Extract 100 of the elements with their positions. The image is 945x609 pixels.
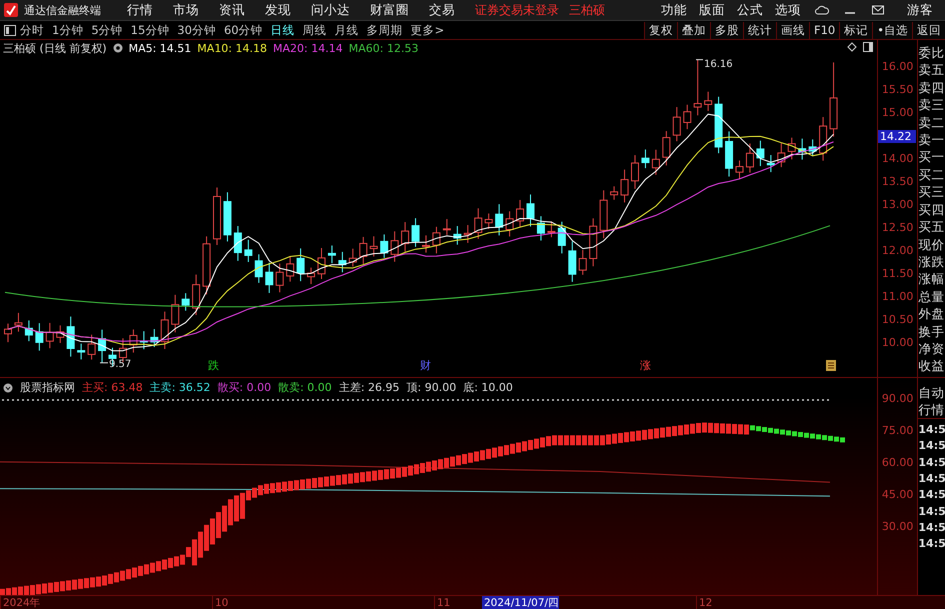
quote-label: 买一	[918, 148, 945, 166]
date-label: 2024年	[0, 596, 41, 609]
trade-time: 14:5	[918, 422, 945, 438]
event-mark: 财	[420, 358, 431, 374]
indicator-tick: 45.00	[882, 488, 914, 502]
price-tick: 12.50	[882, 221, 914, 234]
period-tab[interactable]: 更多>	[410, 22, 444, 38]
indicator-value: 散卖: 0.00	[278, 380, 332, 396]
quote-label: 委比	[918, 44, 945, 62]
ma-value: MA20: 14.14	[273, 42, 343, 55]
ma-value: MA10: 14.18	[197, 42, 268, 55]
price-tick: 10.50	[882, 313, 914, 326]
indicator-value: 底: 10.00	[463, 380, 513, 396]
trade-time: 14:5	[918, 438, 945, 454]
menu-item[interactable]: 公式	[737, 2, 763, 19]
toolbar-button[interactable]: 复权	[644, 22, 677, 39]
menu-item[interactable]: 发现	[265, 2, 291, 19]
menu-item[interactable]: 行情	[127, 2, 153, 19]
menu-item[interactable]: 资讯	[219, 2, 245, 19]
period-tab[interactable]: 15分钟	[130, 22, 170, 38]
toolbar-button[interactable]: 画线	[776, 22, 809, 39]
price-tick: 15.00	[882, 106, 914, 120]
menu-item[interactable]: 交易	[429, 2, 455, 19]
high-price-label: 16.16	[704, 59, 733, 70]
toolbar-button[interactable]: •自选	[872, 22, 912, 39]
price-tick: 11.00	[882, 290, 914, 304]
indicator-value: 散买: 0.00	[217, 380, 272, 396]
app-title: 通达信金融终端	[24, 2, 101, 18]
login-status[interactable]: 证券交易未登录	[475, 2, 559, 19]
menu-item[interactable]: 选项	[775, 2, 801, 19]
panel-icon[interactable]	[4, 24, 16, 36]
event-mark: 涨	[640, 358, 651, 374]
quote-label: 卖五	[918, 61, 945, 79]
quote-label: 买五	[918, 218, 945, 236]
period-tab[interactable]: 日线	[270, 22, 295, 38]
quote-label: 总量	[918, 288, 945, 306]
period-tab[interactable]: 周线	[302, 22, 327, 38]
menu-item[interactable]: 功能	[661, 2, 687, 19]
stock-name: 三柏硕	[569, 2, 605, 19]
dropdown-icon[interactable]	[3, 382, 13, 393]
quote-label: 换手	[918, 322, 945, 340]
period-tab[interactable]: 5分钟	[91, 22, 123, 38]
toolbar-button[interactable]: 叠加	[676, 22, 710, 39]
ma-value: MA5: 14.51	[128, 42, 192, 55]
period-tab[interactable]: 月线	[334, 22, 359, 38]
quote-label: 卖四	[918, 78, 945, 96]
news-icon	[826, 360, 836, 372]
quote-label: 买四	[918, 200, 945, 218]
diamond-icon[interactable]	[847, 42, 857, 52]
menu-item[interactable]: 财富圈	[370, 2, 409, 19]
price-tick: 16.00	[882, 60, 914, 74]
toolbar-button[interactable]: 多股	[710, 22, 743, 39]
date-label: 2024/11/07/四	[482, 596, 560, 609]
chart-title: 三柏硕 (日线 前复权)	[3, 40, 107, 56]
quote-label: 净资	[918, 340, 945, 358]
quote-label: 买三	[918, 183, 945, 201]
quote-label: 买二	[918, 166, 945, 184]
mail-icon[interactable]	[871, 3, 885, 18]
date-label: 10	[212, 596, 228, 609]
price-tick: 13.00	[882, 198, 914, 212]
price-tick: 15.50	[882, 83, 914, 96]
trade-time: 14:5	[918, 454, 945, 471]
period-tab[interactable]: 多周期	[366, 22, 403, 38]
quote-label: 卖一	[918, 131, 945, 148]
period-tab[interactable]: 分时	[20, 22, 44, 38]
period-tab[interactable]: 60分钟	[224, 22, 263, 38]
quote-label: 卖三	[918, 96, 945, 114]
indicator-tick: 60.00	[882, 456, 914, 470]
menu-item[interactable]: 版面	[699, 2, 725, 19]
toolbar-button[interactable]: 标记	[839, 22, 872, 39]
date-label: 11	[434, 596, 450, 609]
toolbar-button[interactable]: F10	[808, 22, 840, 39]
indicator-tick: 90.00	[882, 392, 914, 406]
price-tick: 13.50	[882, 175, 914, 188]
quote-label: 涨跌	[918, 252, 945, 270]
quote-label: 现价	[918, 236, 945, 253]
toolbar-button[interactable]: 统计	[742, 22, 776, 39]
current-price: 14.22	[878, 130, 916, 144]
user-name[interactable]: 游客	[907, 2, 933, 19]
indicator-title[interactable]: 股票指标网	[20, 380, 75, 396]
price-tick: 11.50	[882, 267, 914, 280]
period-tab[interactable]: 30分钟	[177, 22, 216, 38]
trade-time: 14:5	[918, 470, 945, 487]
menu-item[interactable]: 问小达	[311, 2, 350, 19]
panel-icon[interactable]	[863, 42, 873, 52]
trade-time: 14:5	[918, 520, 945, 536]
date-label: 12	[696, 596, 712, 609]
price-tick: 12.00	[882, 244, 914, 258]
quote-label: 收益	[918, 357, 945, 375]
ma-value: MA60: 12.53	[348, 42, 418, 55]
cloud-icon[interactable]	[815, 3, 829, 18]
auto-quote-label[interactable]: 自动行情	[918, 384, 945, 420]
period-tab[interactable]: 1分钟	[52, 22, 84, 38]
menu-item[interactable]: 市场	[173, 2, 199, 19]
indicator-tick: 30.00	[882, 520, 914, 534]
indicator-tick: 75.00	[882, 424, 914, 438]
indicator-value: 主差: 26.95	[338, 380, 400, 396]
logo-icon	[4, 3, 18, 18]
toolbar-button[interactable]: 返回	[912, 22, 945, 39]
gear-icon[interactable]	[112, 43, 123, 54]
